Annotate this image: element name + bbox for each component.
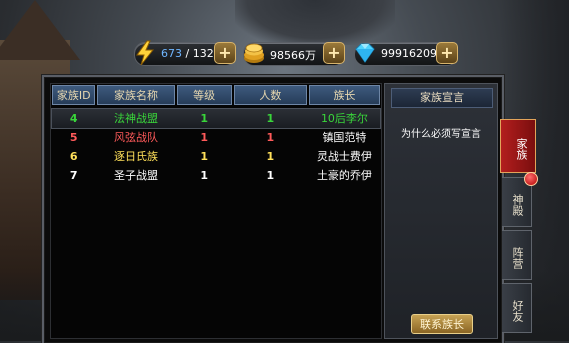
gold-value: 98566万 [270,49,316,62]
add-gold-button[interactable]: + [323,42,345,64]
family-members: 1 [266,169,275,182]
family-name: 法神战盟 [113,112,158,125]
notification-dot [524,172,538,186]
background-roof [0,0,80,60]
table-row[interactable]: 7 圣子战盟 1 1 土豪的乔伊 [52,166,380,185]
family-list: 家族ID 家族名称 等级 人数 族长 4 法神战盟 1 1 10后李尔 5 风弦… [50,83,382,339]
family-leader: 灵战士费伊 [316,150,372,163]
header-leader: 族长 [308,85,380,105]
family-name: 风弦战队 [113,131,158,144]
tab-family[interactable]: 家族 [500,119,536,173]
declaration-text: 为什么必须写宣言 [401,129,481,140]
energy-counter: 673 / 132 + [134,40,236,66]
header-level: 等级 [176,85,232,105]
header-members: 人数 [233,85,307,105]
diamond-counter: 99916209 + [354,42,458,66]
table-row[interactable]: 4 法神战盟 1 1 10后李尔 [51,108,381,129]
energy-value: 673 / 132 [161,47,214,60]
header-family-id: 家族ID [52,85,96,105]
family-id: 6 [69,150,78,163]
diamond-value: 99916209 [381,47,437,60]
family-members: 1 [266,150,275,163]
family-level: 1 [200,112,208,125]
tab-friends[interactable]: 好友 [502,283,532,333]
family-members: 1 [266,131,275,144]
family-id: 5 [69,131,78,144]
lightning-icon [136,40,155,66]
table-row[interactable]: 6 逐日氏族 1 1 灵战士费伊 [52,147,380,166]
family-id: 7 [69,169,78,182]
family-leader: 镇国范特 [322,131,367,144]
add-diamond-button[interactable]: + [436,42,458,64]
diamond-icon [355,43,375,63]
family-level: 1 [200,150,208,163]
declaration-title: 家族宣言 [391,88,493,108]
tab-camp[interactable]: 阵营 [502,230,532,280]
table-row[interactable]: 5 风弦战队 1 1 镇国范特 [52,128,380,147]
family-name: 圣子战盟 [113,169,158,182]
family-name: 逐日氏族 [113,150,158,163]
add-energy-button[interactable]: + [214,42,236,64]
family-rows: 4 法神战盟 1 1 10后李尔 5 风弦战队 1 1 镇国范特 6 逐日氏族 … [51,108,381,185]
contact-leader-button[interactable]: 联系族长 [411,314,473,334]
declaration-panel: 家族宣言 为什么必须写宣言 联系族长 [384,83,498,339]
gold-coins-icon [244,43,264,63]
header-family-name: 家族名称 [97,85,175,105]
family-members: 1 [266,112,275,125]
family-leader: 土豪的乔伊 [316,169,372,182]
family-level: 1 [200,131,208,144]
family-id: 4 [69,112,78,125]
family-panel: 家族ID 家族名称 等级 人数 族长 4 法神战盟 1 1 10后李尔 5 风弦… [42,75,504,343]
family-list-header: 家族ID 家族名称 等级 人数 族长 [52,85,380,107]
family-level: 1 [200,169,208,182]
family-leader: 10后李尔 [320,112,368,125]
gold-counter: 98566万 + [243,42,345,66]
